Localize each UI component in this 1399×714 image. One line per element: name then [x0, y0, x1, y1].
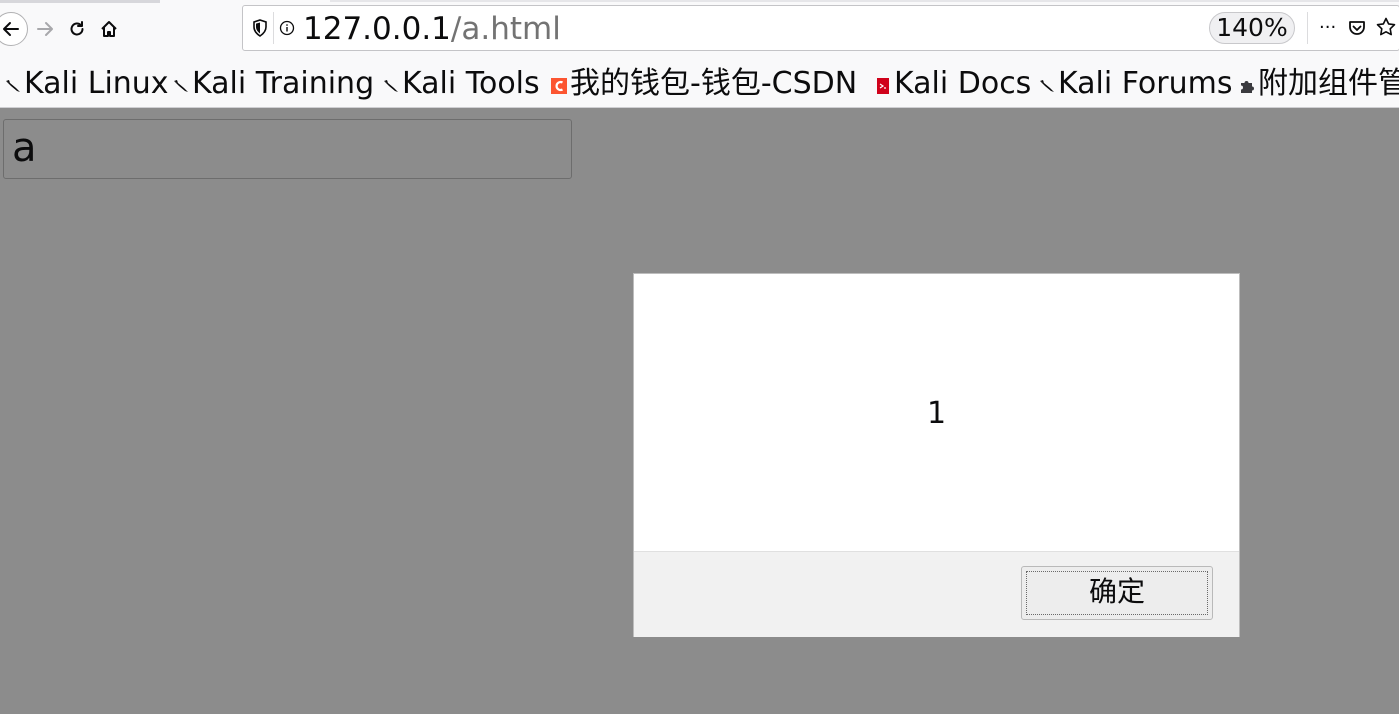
bookmark-label: Kali Docs [894, 66, 1032, 101]
text-input[interactable]: a [3, 119, 572, 179]
ok-button[interactable]: 确定 [1021, 566, 1213, 620]
bookmark-label: 附加组件管 [1258, 66, 1399, 101]
forward-button[interactable] [28, 12, 62, 46]
kali-dragon-icon [6, 80, 20, 92]
url-bar[interactable]: 127.0.0.1/a.html 140% ··· [242, 5, 1399, 51]
zoom-reset-button[interactable]: 140% [1209, 12, 1295, 44]
reload-icon [70, 21, 84, 36]
alert-dialog: 1 确定 [633, 273, 1240, 637]
kali-dragon-icon [174, 80, 188, 92]
home-button[interactable] [92, 12, 126, 46]
home-icon [101, 21, 117, 37]
tab-strip-edge [330, 0, 1399, 2]
puzzle-icon [1241, 81, 1254, 93]
bookmark-label: Kali Tools [402, 66, 540, 101]
tab-strip-edge [0, 0, 160, 3]
alert-message: 1 [926, 396, 947, 431]
bookmark-kali-linux[interactable]: Kali Linux [4, 64, 169, 104]
csdn-icon [551, 78, 567, 94]
bookmarks-toolbar: Kali Linux Kali Training Kali Tools 我的钱包… [0, 60, 1399, 108]
bookmark-label: Kali Training [192, 66, 375, 101]
kali-dragon-icon [384, 80, 398, 92]
shield-icon[interactable] [251, 18, 269, 38]
bookmark-kali-tools[interactable]: Kali Tools [382, 64, 540, 104]
arrow-right-icon [37, 22, 53, 36]
bookmark-star-icon[interactable] [1375, 16, 1397, 38]
bookmark-csdn-wallet[interactable]: 我的钱包-钱包-CSDN [550, 64, 857, 104]
kali-dragon-icon [1040, 80, 1054, 92]
separator [273, 12, 274, 44]
pocket-icon[interactable] [1347, 18, 1367, 38]
url-path: /a.html [450, 11, 561, 47]
bookmark-label: Kali Forums [1058, 66, 1233, 101]
bookmark-kali-docs[interactable]: Kali Docs [874, 64, 1031, 104]
kali-docs-icon [877, 78, 889, 94]
alert-footer: 确定 [634, 551, 1239, 637]
reload-button[interactable] [60, 12, 94, 46]
focus-ring [1026, 571, 1208, 615]
url-text[interactable]: 127.0.0.1/a.html [303, 10, 561, 48]
info-icon[interactable] [279, 20, 295, 36]
separator [1307, 12, 1308, 44]
bookmark-kali-training[interactable]: Kali Training [172, 64, 374, 104]
back-button[interactable] [0, 12, 28, 46]
bookmark-label: 我的钱包-钱包-CSDN [570, 66, 858, 101]
navigation-toolbar: 127.0.0.1/a.html 140% ··· [0, 0, 1399, 60]
url-host: 127.0.0.1 [303, 11, 451, 47]
bookmark-kali-forums[interactable]: Kali Forums [1038, 64, 1232, 104]
bookmark-addons-manager[interactable]: 附加组件管 [1238, 64, 1399, 104]
arrow-left-icon [3, 22, 19, 36]
page-actions-icon[interactable]: ··· [1319, 16, 1339, 40]
bookmark-label: Kali Linux [24, 66, 169, 101]
